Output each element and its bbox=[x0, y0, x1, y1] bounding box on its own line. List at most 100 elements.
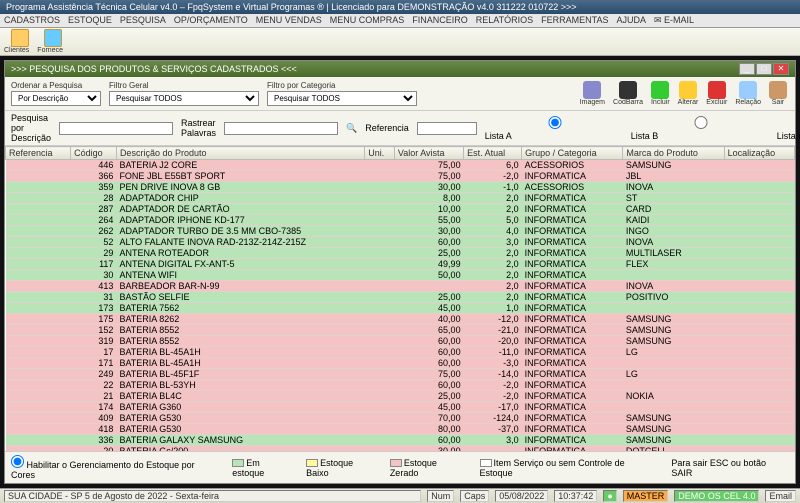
col-header[interactable]: Marca do Produto bbox=[623, 147, 724, 160]
menu-ferramentas[interactable]: FERRAMENTAS bbox=[541, 15, 608, 26]
pesq-desc-label: Pesquisa por Descrição bbox=[11, 113, 51, 143]
col-header[interactable]: Descrição do Produto bbox=[116, 147, 364, 160]
table-row[interactable]: 173BATERIA 756245,001,0INFORMATICA bbox=[6, 303, 795, 314]
table-row[interactable]: 319BATERIA 855260,00-20,0INFORMATICASAMS… bbox=[6, 336, 795, 347]
codbarra-button[interactable]: CodBarra bbox=[611, 81, 645, 106]
table-row[interactable]: 413BARBEADOR BAR-N-992,0INFORMATICAINOVA bbox=[6, 281, 795, 292]
table-row[interactable]: 249BATERIA BL-45F1F75,00-14,0INFORMATICA… bbox=[6, 369, 795, 380]
search-window: >>> PESQUISA DOS PRODUTOS & SERVIÇOS CAD… bbox=[4, 60, 796, 484]
ref-input[interactable] bbox=[417, 122, 477, 135]
table-row[interactable]: 30ANTENA WIFI50,002,0INFORMATICA bbox=[6, 270, 795, 281]
status-city: SUA CIDADE - SP 5 de Agosto de 2022 - Se… bbox=[4, 490, 421, 502]
product-grid[interactable]: ReferenciaCódigoDescrição do ProdutoUni.… bbox=[5, 146, 795, 451]
menu-cadastros[interactable]: CADASTROS bbox=[4, 15, 60, 26]
table-row[interactable]: 174BATERIA G36045,00-17,0INFORMATICA bbox=[6, 402, 795, 413]
fornec-button[interactable] bbox=[44, 29, 62, 47]
table-row[interactable]: 17BATERIA BL-45A1H60,00-11,0INFORMATICAL… bbox=[6, 347, 795, 358]
status-conn-icon: ● bbox=[603, 490, 616, 502]
table-row[interactable]: 359PEN DRIVE INOVA 8 GB30,00-1,0ACESSORI… bbox=[6, 182, 795, 193]
lista-b-radio[interactable]: Lista B bbox=[631, 116, 771, 141]
status-demo: DEMO OS CEL 4.0 bbox=[674, 490, 759, 502]
filtro-geral-select[interactable]: Pesquisar TODOS bbox=[109, 91, 259, 106]
clientes-label: Clientes bbox=[4, 47, 29, 54]
alterar-button[interactable]: Alterar bbox=[676, 81, 701, 106]
table-row[interactable]: 446BATERIA J2 CORE75,006,0ACESSORIOSSAMS… bbox=[6, 160, 795, 171]
menu-ajuda[interactable]: AJUDA bbox=[616, 15, 646, 26]
close-button[interactable]: ✕ bbox=[773, 63, 789, 75]
table-row[interactable]: 175BATERIA 826240,00-12,0INFORMATICASAMS… bbox=[6, 314, 795, 325]
window-title: >>> PESQUISA DOS PRODUTOS & SERVIÇOS CAD… bbox=[11, 64, 297, 74]
table-row[interactable]: 418BATERIA G53080,00-37,0INFORMATICASAMS… bbox=[6, 424, 795, 435]
col-header[interactable]: Est. Atual bbox=[464, 147, 522, 160]
clientes-button[interactable] bbox=[11, 29, 29, 47]
col-header[interactable]: Código bbox=[71, 147, 117, 160]
table-row[interactable]: 287ADAPTADOR DE CARTÃO10,002,0INFORMATIC… bbox=[6, 204, 795, 215]
table-row[interactable]: 171BATERIA BL-45A1H60,00-3,0INFORMATICA bbox=[6, 358, 795, 369]
lista-c-radio[interactable]: Lista C bbox=[777, 116, 800, 141]
menu-pesquisa[interactable]: PESQUISA bbox=[120, 15, 166, 26]
maximize-button[interactable]: □ bbox=[756, 63, 772, 75]
table-row[interactable]: 29ANTENA ROTEADOR25,002,0INFORMATICAMULT… bbox=[6, 248, 795, 259]
col-header[interactable]: Grupo / Categoria bbox=[522, 147, 623, 160]
workarea: >>> PESQUISA DOS PRODUTOS & SERVIÇOS CAD… bbox=[0, 56, 800, 488]
table-row[interactable]: 262ADAPTADOR TURBO DE 3.5 MM CBO-738530,… bbox=[6, 226, 795, 237]
search-inputs: Pesquisa por Descrição Rastrear Palavras… bbox=[5, 111, 795, 146]
ordenar-label: Ordenar a Pesquisa bbox=[11, 81, 101, 90]
table-row[interactable]: 22BATERIA BL-53YH60,00-2,0INFORMATICA bbox=[6, 380, 795, 391]
rastrear-label: Rastrear Palavras bbox=[181, 118, 216, 138]
fornec-label: Fornece bbox=[37, 47, 63, 54]
legend-em: Em estoque bbox=[232, 458, 294, 478]
minimize-button[interactable]: _ bbox=[739, 63, 755, 75]
filtro-cat-label: Filtro por Categoria bbox=[267, 81, 417, 90]
status-num: Num bbox=[427, 490, 454, 502]
menu-estoque[interactable]: ESTOQUE bbox=[68, 15, 112, 26]
app-title: Programa Assistência Técnica Celular v4.… bbox=[6, 2, 577, 12]
app-titlebar: Programa Assistência Técnica Celular v4.… bbox=[0, 0, 800, 14]
statusbar: SUA CIDADE - SP 5 de Agosto de 2022 - Se… bbox=[0, 488, 800, 503]
lista-a-radio[interactable]: Lista A bbox=[485, 116, 625, 141]
menu-oporc[interactable]: OP/ORÇAMENTO bbox=[174, 15, 248, 26]
incluir-button[interactable]: Incluir bbox=[649, 81, 672, 106]
menu-email[interactable]: ✉ E-MAIL bbox=[654, 15, 694, 26]
col-header[interactable]: Referencia bbox=[6, 147, 71, 160]
status-email: Email bbox=[765, 490, 796, 502]
table-row[interactable]: 28ADAPTADOR CHIP8,002,0INFORMATICAST bbox=[6, 193, 795, 204]
status-time: 10:37:42 bbox=[554, 490, 597, 502]
main-toolbar: Clientes Fornece bbox=[0, 28, 800, 56]
filtro-cat-select[interactable]: Pesquisar TODOS bbox=[267, 91, 417, 106]
sair-button[interactable]: Sair bbox=[767, 81, 789, 106]
legend-serv: Item Serviço ou sem Controle de Estoque bbox=[480, 458, 660, 478]
status-caps: Caps bbox=[460, 490, 489, 502]
habilitar-checkbox[interactable]: Habilitar o Gerenciamento do Estoque por… bbox=[11, 455, 220, 480]
table-row[interactable]: 31BASTÃO SELFIE25,002,0INFORMATICAPOSITI… bbox=[6, 292, 795, 303]
status-date: 05/08/2022 bbox=[495, 490, 548, 502]
table-row[interactable]: 117ANTENA DIGITAL FX-ANT-549,992,0INFORM… bbox=[6, 259, 795, 270]
relacao-button[interactable]: Relação bbox=[733, 81, 763, 106]
table-row[interactable]: 336BATERIA GALAXY SAMSUNG60,003,0INFORMA… bbox=[6, 435, 795, 446]
table-row[interactable]: 264ADAPTADOR IPHONE KD-17755,005,0INFORM… bbox=[6, 215, 795, 226]
menu-compras[interactable]: MENU COMPRAS bbox=[330, 15, 405, 26]
menu-financeiro[interactable]: FINANCEIRO bbox=[412, 15, 468, 26]
menu-relatorios[interactable]: RELATÓRIOS bbox=[476, 15, 533, 26]
legend-baixo: Estoque Baixo bbox=[306, 458, 378, 478]
ordenar-select[interactable]: Por Descrição bbox=[11, 91, 101, 106]
col-header[interactable]: Localização bbox=[724, 147, 794, 160]
filtro-geral-label: Filtro Geral bbox=[109, 81, 259, 90]
col-header[interactable]: Valor Avista bbox=[394, 147, 463, 160]
excluir-button[interactable]: Excluir bbox=[704, 81, 729, 106]
rastrear-input[interactable] bbox=[224, 122, 338, 135]
search-filters: Ordenar a Pesquisa Por Descrição Filtro … bbox=[5, 77, 795, 111]
search-icon[interactable]: 🔍 bbox=[346, 123, 357, 134]
table-row[interactable]: 152BATERIA 855265,00-21,0INFORMATICASAMS… bbox=[6, 325, 795, 336]
pesq-desc-input[interactable] bbox=[59, 122, 173, 135]
ref-label: Referencia bbox=[365, 123, 409, 133]
window-titlebar: >>> PESQUISA DOS PRODUTOS & SERVIÇOS CAD… bbox=[5, 61, 795, 77]
table-row[interactable]: 366FONE JBL E55BT SPORT75,00-2,0INFORMAT… bbox=[6, 171, 795, 182]
col-header[interactable]: Uni. bbox=[365, 147, 395, 160]
imagem-button[interactable]: Imagem bbox=[578, 81, 607, 106]
table-row[interactable]: 52ALTO FALANTE INOVA RAD-213Z-214Z-215Z6… bbox=[6, 237, 795, 248]
table-row[interactable]: 21BATERIA BL4C25,00-2,0INFORMATICANOKIA bbox=[6, 391, 795, 402]
table-row[interactable]: 409BATERIA G53070,00-124,0INFORMATICASAM… bbox=[6, 413, 795, 424]
status-user: MASTER bbox=[623, 490, 669, 502]
menu-vendas[interactable]: MENU VENDAS bbox=[256, 15, 322, 26]
